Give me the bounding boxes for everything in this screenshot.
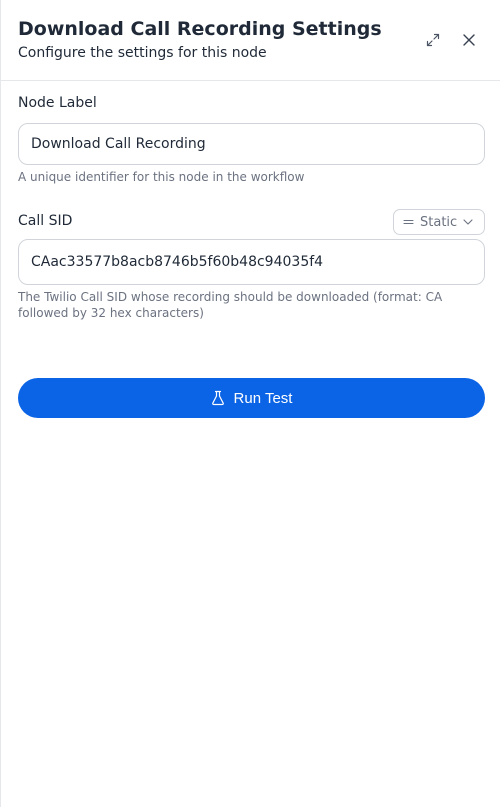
call-sid-mode-value: Static: [420, 214, 458, 230]
node-label-hint: A unique identifier for this node in the…: [18, 170, 305, 184]
call-sid-label: Call SID: [18, 213, 73, 229]
panel-subtitle: Configure the settings for this node: [18, 45, 267, 61]
lines-icon: [403, 218, 414, 226]
run-test-label: Run Test: [233, 389, 293, 407]
call-sid-hint: The Twilio Call SID whose recording shou…: [18, 290, 443, 320]
expand-icon: [426, 33, 440, 47]
expand-button[interactable]: [423, 30, 443, 50]
run-test-button[interactable]: Run Test: [18, 378, 485, 418]
call-sid-input[interactable]: [18, 239, 485, 285]
panel-title: Download Call Recording Settings: [18, 18, 382, 40]
node-label-input[interactable]: [18, 123, 485, 165]
call-sid-mode-select[interactable]: Static: [393, 209, 485, 235]
settings-panel: Download Call Recording Settings Configu…: [0, 0, 500, 807]
chevron-down-icon: [463, 219, 473, 225]
close-icon: [463, 34, 475, 46]
node-label-label: Node Label: [18, 95, 97, 111]
close-button[interactable]: [459, 30, 479, 50]
flask-icon: [211, 390, 225, 406]
panel-header: Download Call Recording Settings Configu…: [1, 0, 500, 81]
